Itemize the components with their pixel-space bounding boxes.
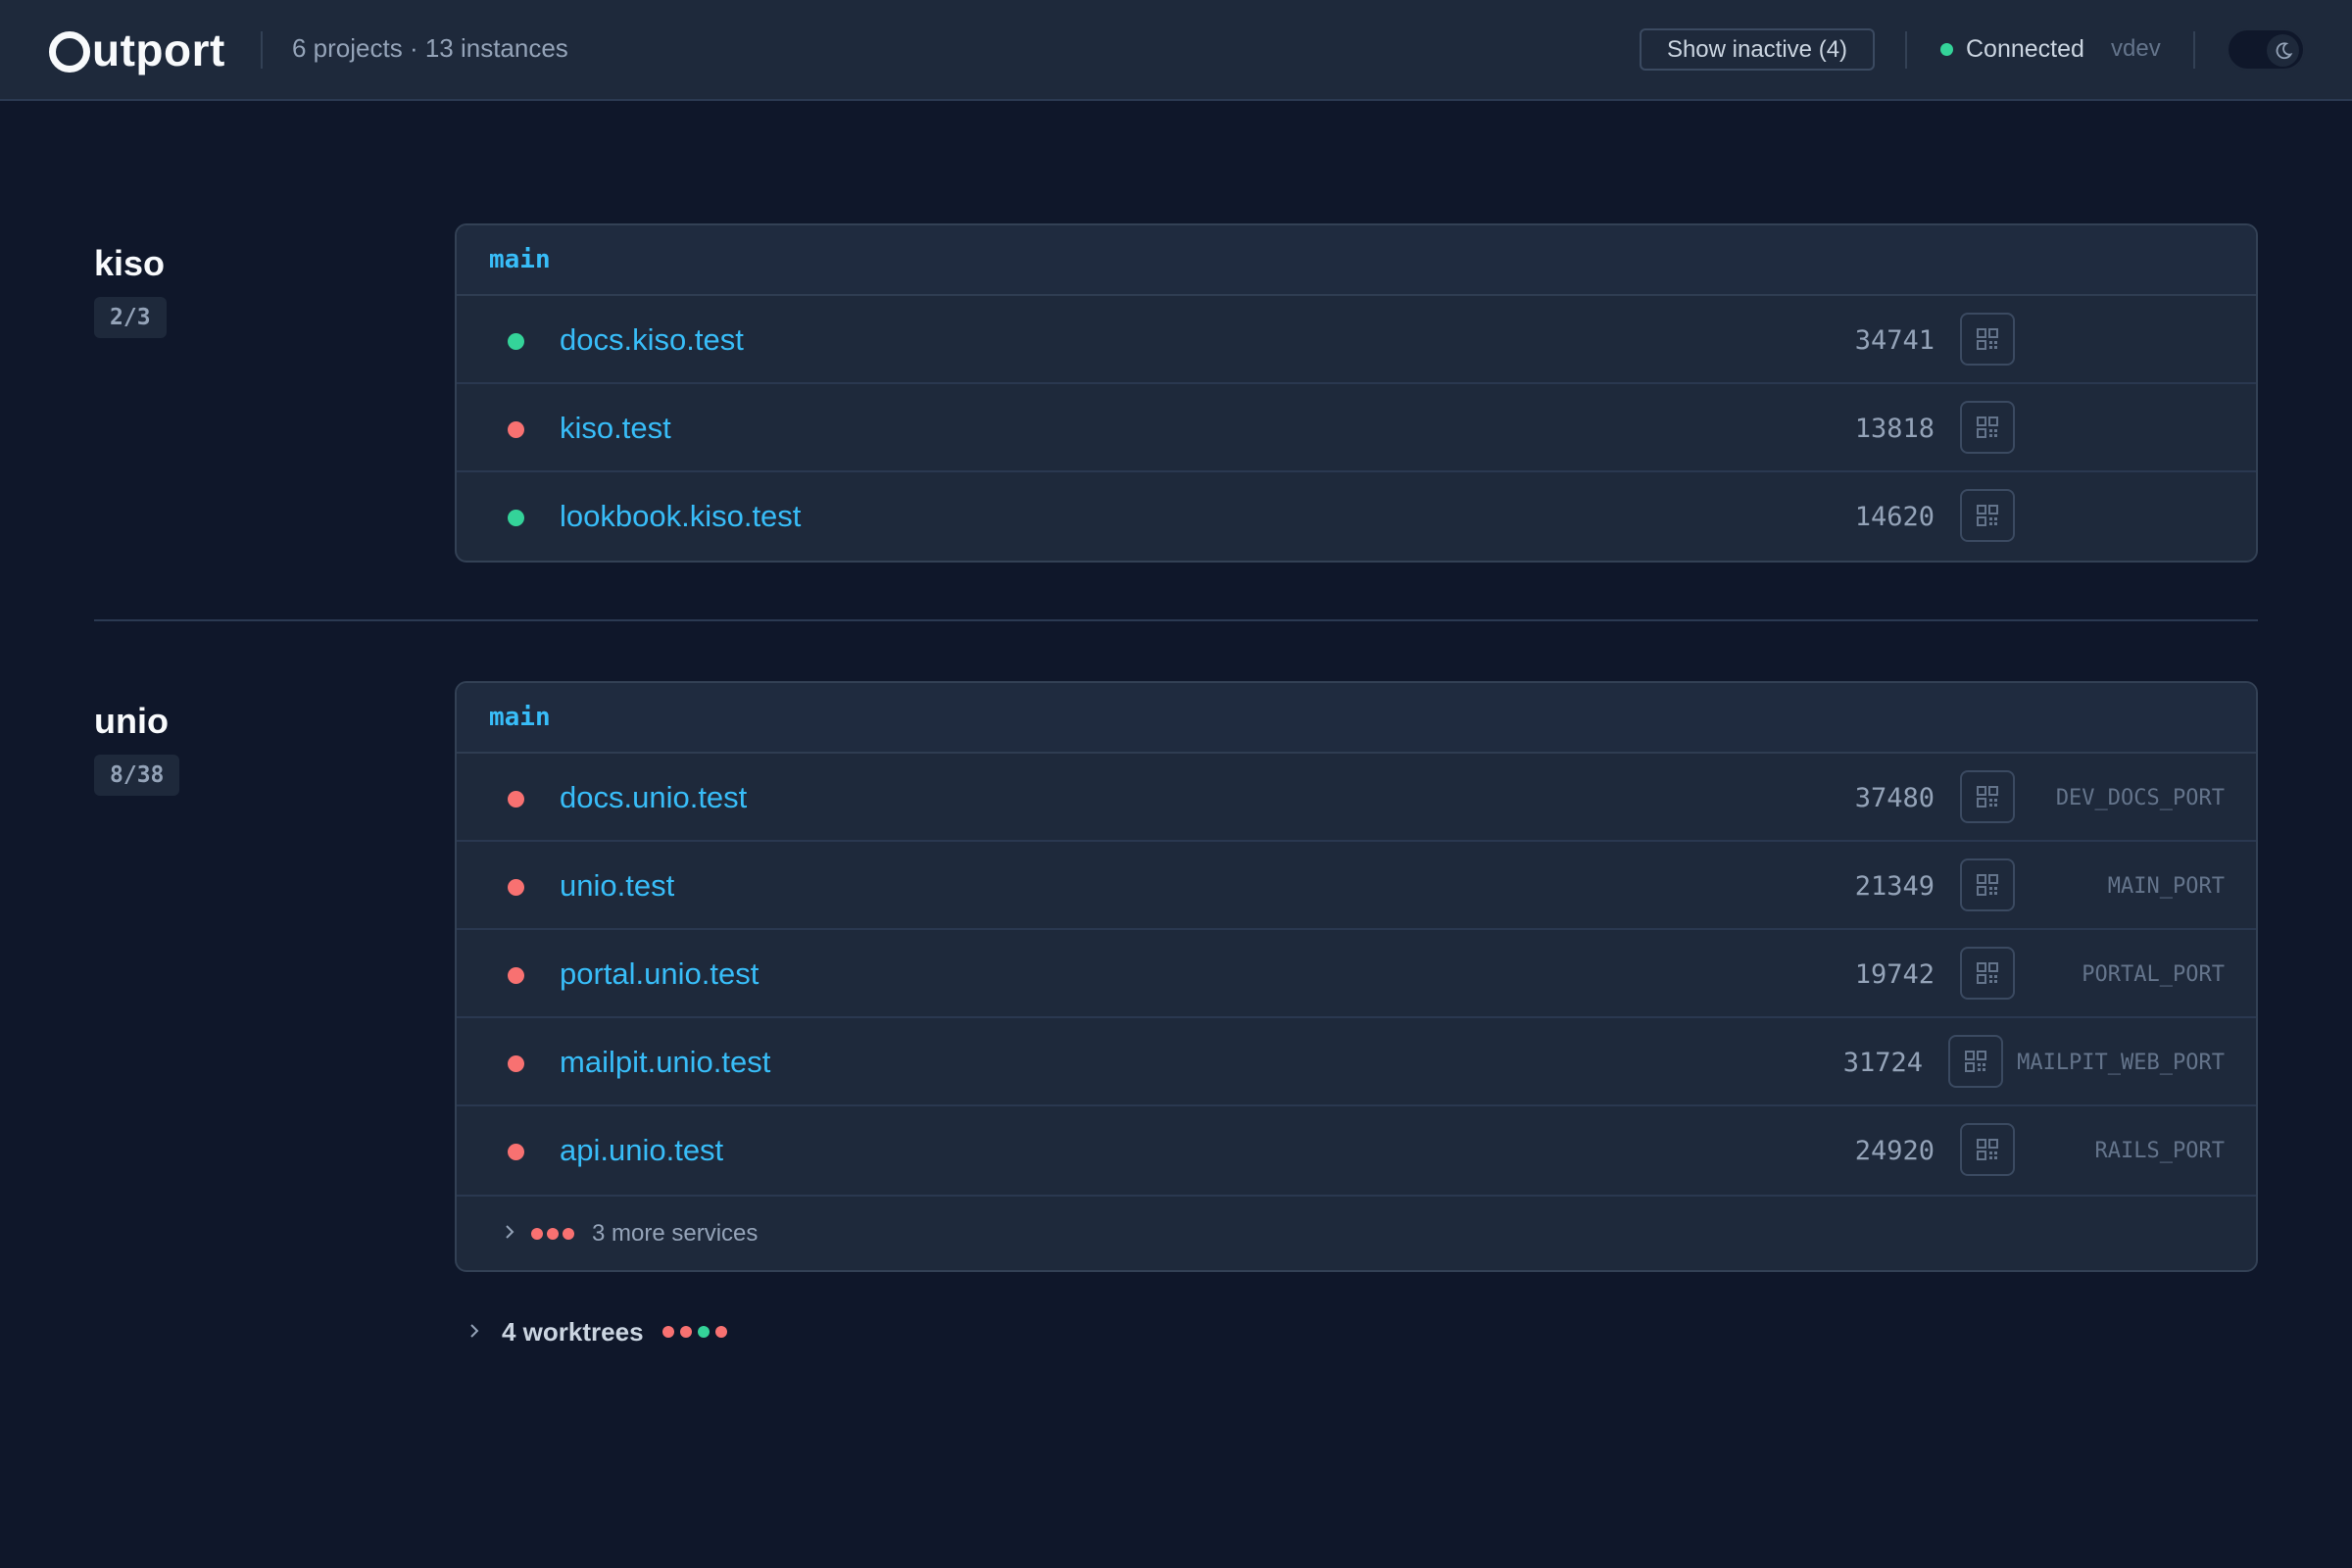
service-link[interactable]: docs.kiso.test — [560, 322, 744, 358]
top-bar: utport 6 projects · 13 instances Show in… — [0, 0, 2352, 101]
worktree-name: main — [457, 683, 2256, 754]
env-var-name: PORTAL_PORT — [2082, 962, 2225, 987]
service-port: 19742 — [1854, 959, 1935, 990]
project-count-badge: 8/38 — [94, 755, 180, 796]
service-status-dot — [508, 1055, 524, 1072]
qr-code-icon — [1975, 503, 2000, 528]
worktree-status-dot — [680, 1326, 692, 1338]
qr-code-icon — [1975, 960, 2000, 986]
project-divider — [94, 619, 2258, 621]
service-link[interactable]: kiso.test — [560, 411, 671, 446]
logo-mark-icon — [49, 31, 90, 73]
worktree-card: main docs.kiso.test 34741 kiso.test 13818 lo… — [455, 223, 2258, 563]
service-status-dot — [508, 791, 524, 808]
env-var-name: MAILPIT_WEB_PORT — [2017, 1051, 2225, 1075]
theme-toggle[interactable] — [2227, 28, 2305, 71]
service-row: api.unio.test 24920 RAILS_PORT — [457, 1106, 2256, 1195]
qr-code-button[interactable] — [1960, 770, 2015, 823]
qr-code-button[interactable] — [1960, 313, 2015, 366]
header-divider — [261, 31, 263, 69]
service-status-dot — [508, 421, 524, 438]
env-var-name: DEV_DOCS_PORT — [2055, 786, 2225, 810]
env-var-name: RAILS_PORT — [2094, 1139, 2225, 1163]
qr-code-icon — [1975, 415, 2000, 440]
header-divider — [1905, 31, 1907, 69]
service-row: unio.test 21349 MAIN_PORT — [457, 842, 2256, 930]
service-status-dot — [508, 510, 524, 526]
worktrees-label: 4 worktrees — [502, 1317, 644, 1347]
worktrees-status-dots — [662, 1326, 727, 1338]
project-count-badge: 2/3 — [94, 297, 167, 338]
service-status-dot — [508, 1144, 524, 1160]
service-port: 31724 — [1842, 1048, 1923, 1078]
connection-status-dot — [1940, 43, 1953, 56]
service-port: 13818 — [1854, 414, 1935, 444]
show-inactive-button[interactable]: Show inactive (4) — [1640, 28, 1875, 71]
hidden-services-status-dots — [531, 1228, 574, 1240]
outport-logo[interactable]: utport — [49, 22, 225, 78]
qr-code-icon — [1975, 784, 2000, 809]
service-port: 37480 — [1854, 783, 1935, 813]
service-row: lookbook.kiso.test 14620 — [457, 472, 2256, 561]
qr-code-button[interactable] — [1960, 401, 2015, 454]
qr-code-icon — [1975, 872, 2000, 898]
service-row: mailpit.unio.test 31724 MAILPIT_WEB_PORT — [457, 1018, 2256, 1106]
qr-code-icon — [1963, 1049, 1988, 1074]
qr-code-button[interactable] — [1960, 858, 2015, 911]
more-services-label: 3 more services — [592, 1220, 759, 1247]
worktree-status-dot — [662, 1326, 674, 1338]
service-status-dot — [508, 333, 524, 350]
service-status-dot — [508, 967, 524, 984]
service-link[interactable]: docs.unio.test — [560, 780, 747, 815]
qr-code-icon — [1975, 1137, 2000, 1162]
service-row: docs.kiso.test 34741 — [457, 296, 2256, 384]
environment-label: vdev — [2111, 35, 2161, 62]
worktree-status-dot — [698, 1326, 710, 1338]
service-link[interactable]: unio.test — [560, 868, 674, 904]
project-name: kiso — [94, 243, 166, 283]
worktree-status-dot — [715, 1326, 727, 1338]
more-services-toggle[interactable]: 3 more services — [457, 1195, 2256, 1269]
chevron-right-icon — [470, 1324, 479, 1338]
worktree-card: main docs.unio.test 37480 DEV_DOCS_PORTuni… — [455, 681, 2258, 1272]
service-link[interactable]: portal.unio.test — [560, 956, 759, 992]
qr-code-button[interactable] — [1948, 1035, 2003, 1088]
env-var-name: MAIN_PORT — [2107, 874, 2225, 899]
service-row: docs.unio.test 37480 DEV_DOCS_PORT — [457, 754, 2256, 842]
connection-status: Connected — [1966, 35, 2084, 63]
service-port: 14620 — [1854, 502, 1935, 532]
worktree-name: main — [457, 225, 2256, 296]
qr-code-button[interactable] — [1960, 489, 2015, 542]
qr-code-icon — [1975, 326, 2000, 352]
service-port: 24920 — [1854, 1136, 1935, 1166]
service-port: 34741 — [1854, 325, 1935, 356]
project-name: unio — [94, 701, 169, 741]
service-row: kiso.test 13818 — [457, 384, 2256, 472]
service-port: 21349 — [1854, 871, 1935, 902]
service-link[interactable]: api.unio.test — [560, 1133, 723, 1168]
qr-code-button[interactable] — [1960, 1123, 2015, 1176]
service-row: portal.unio.test 19742 PORTAL_PORT — [457, 930, 2256, 1018]
service-link[interactable]: mailpit.unio.test — [560, 1045, 770, 1080]
qr-code-button[interactable] — [1960, 947, 2015, 1000]
header-divider — [2193, 31, 2195, 69]
service-status-dot — [508, 879, 524, 896]
project-summary: 6 projects · 13 instances — [292, 33, 568, 63]
chevron-right-icon — [506, 1225, 514, 1239]
service-link[interactable]: lookbook.kiso.test — [560, 499, 801, 534]
moon-icon — [2267, 34, 2299, 67]
